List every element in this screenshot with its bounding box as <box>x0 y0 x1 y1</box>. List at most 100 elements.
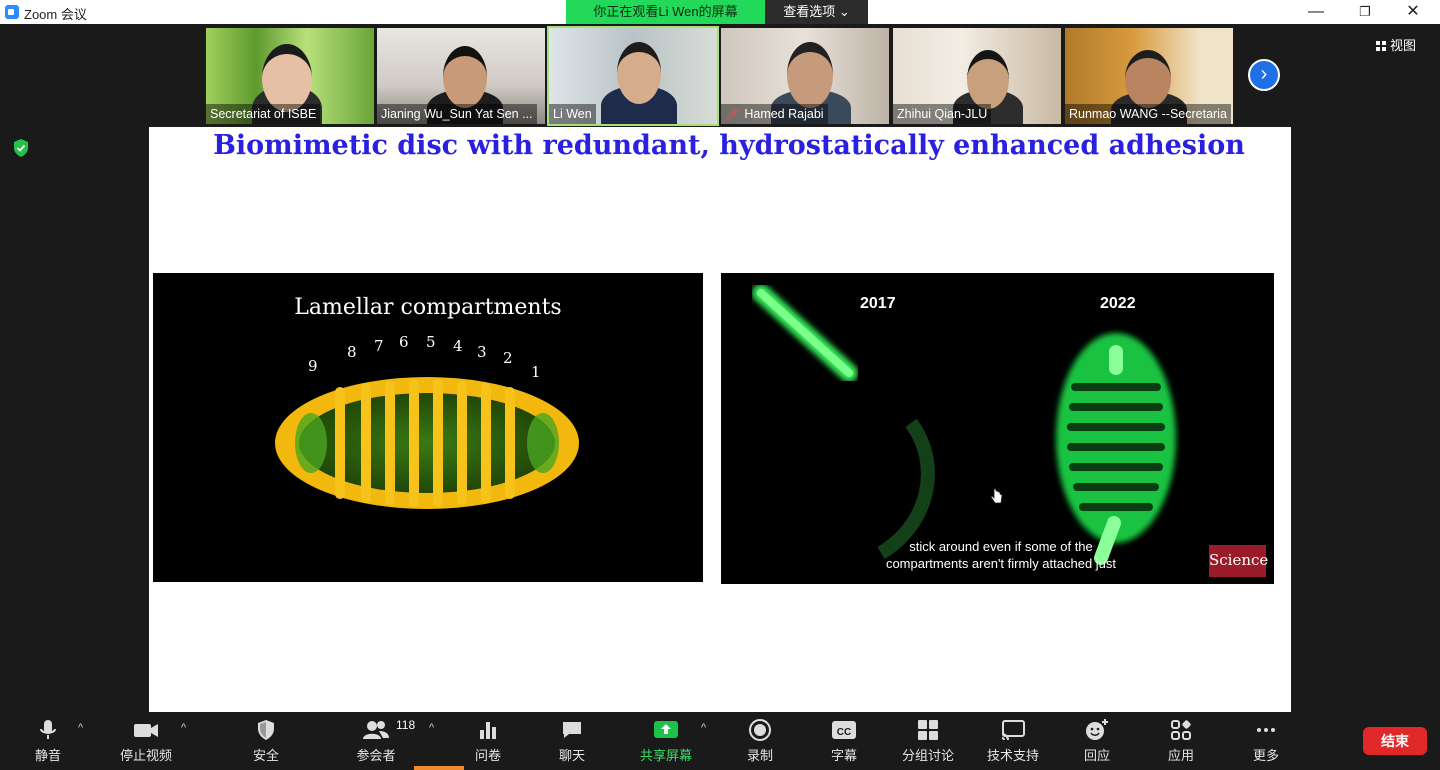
participant-tile[interactable]: Secretariat of ISBE <box>206 28 374 124</box>
chat-button[interactable]: 聊天 <box>532 718 612 766</box>
participant-tile[interactable]: Jianing Wu_Sun Yat Sen ... <box>377 28 545 124</box>
apps-icon <box>1171 720 1191 740</box>
compartment-number: 6 <box>399 333 409 351</box>
hand-cursor-icon <box>991 488 1003 504</box>
compartment-number: 4 <box>453 337 463 355</box>
participant-name: Secretariat of ISBE <box>206 104 321 124</box>
participants-label: 参会者 <box>356 748 396 763</box>
record-icon <box>749 719 771 741</box>
participant-face <box>1125 50 1171 108</box>
svg-text:CC: CC <box>837 727 851 738</box>
polls-label: 问卷 <box>474 748 501 763</box>
compartment-number: 5 <box>426 333 436 351</box>
slide-title: Biomimetic disc with redundant, hydrosta… <box>213 130 1245 161</box>
chat-bubble-icon <box>563 722 581 738</box>
end-meeting-button[interactable]: 结束 <box>1363 727 1427 755</box>
chevron-right-icon: › <box>1260 63 1268 85</box>
participant-name: Li Wen <box>549 104 596 124</box>
panel-heading: Lamellar compartments <box>294 295 562 320</box>
window-title: Zoom 会议 <box>24 7 87 22</box>
chevron-down-icon: ⌄ <box>838 4 850 19</box>
security-shield-icon <box>258 720 274 740</box>
share-options-caret[interactable]: ^ <box>701 722 706 734</box>
participant-face <box>262 44 312 112</box>
participant-name: 🎤︎ Hamed Rajabi <box>721 104 828 124</box>
mute-button[interactable]: 静音 <box>8 718 88 766</box>
caption-line: compartments aren't firmly attached just <box>885 556 1117 571</box>
more-label: 更多 <box>1252 748 1279 763</box>
participant-tile-active-speaker[interactable]: Li Wen <box>547 26 719 126</box>
participant-face <box>617 42 661 104</box>
record-label: 录制 <box>746 748 773 763</box>
mic-muted-icon: 🎤︎ <box>725 107 745 121</box>
breakout-rooms-button[interactable]: 分组讨论 <box>888 718 968 766</box>
participant-count-badge: 118 <box>396 718 416 732</box>
share-screen-button[interactable]: 共享屏幕 <box>626 718 706 766</box>
video-options-caret[interactable]: ^ <box>181 722 186 734</box>
more-button[interactable]: 更多 <box>1226 718 1306 766</box>
active-indicator-bar <box>414 766 464 770</box>
view-label: 视图 <box>1390 38 1417 53</box>
video-caption: stick around even if some of the compart… <box>841 538 1161 572</box>
security-button[interactable]: 安全 <box>226 718 306 766</box>
mute-label: 静音 <box>34 748 61 763</box>
more-dots-icon <box>1257 728 1275 732</box>
captions-label: 字幕 <box>830 748 857 763</box>
science-logo: Science <box>1209 545 1268 577</box>
caption-line: stick around even if some of the <box>909 539 1093 554</box>
minimize-button[interactable]: — <box>1293 0 1339 24</box>
apps-label: 应用 <box>1167 748 1194 763</box>
apps-button[interactable]: 应用 <box>1141 718 1221 766</box>
compartment-number: 7 <box>374 337 384 355</box>
restore-button[interactable]: ❐ <box>1342 0 1388 24</box>
compartment-number: 2 <box>503 349 513 367</box>
participant-face <box>967 50 1009 109</box>
adhesion-video-panel: 2017 2022 stick around even if some of t… <box>721 273 1274 584</box>
participant-name: Zhihui Qian-JLU <box>893 104 992 124</box>
participant-face <box>787 42 833 108</box>
breakout-rooms-label: 分组讨论 <box>901 748 954 763</box>
stop-video-button[interactable]: 停止视频 <box>106 718 186 766</box>
view-options-button[interactable]: 查看选项 ⌄ <box>765 0 868 24</box>
lamellar-image-panel: Lamellar compartments 9 8 7 6 5 4 3 2 1 <box>153 273 703 582</box>
polls-button[interactable]: 问卷 <box>448 718 528 766</box>
participant-face <box>443 46 487 108</box>
encryption-shield-icon[interactable] <box>12 138 30 158</box>
captions-button[interactable]: CC 字幕 <box>804 718 884 766</box>
participants-icon <box>363 721 389 739</box>
tech-support-button[interactable]: 技术支持 <box>973 718 1053 766</box>
screen-share-banner: 你正在观看Li Wen的屏幕 查看选项 ⌄ <box>566 0 868 24</box>
security-label: 安全 <box>252 748 279 763</box>
breakout-rooms-icon <box>918 720 938 740</box>
chat-label: 聊天 <box>558 748 585 763</box>
reactions-button[interactable]: 回应 <box>1057 718 1137 766</box>
share-screen-icon <box>654 721 678 738</box>
participant-tile[interactable]: 🎤︎ Hamed Rajabi <box>721 28 889 124</box>
compartment-number: 8 <box>347 343 357 361</box>
reactions-label: 回应 <box>1083 748 1110 763</box>
audio-options-caret[interactable]: ^ <box>78 722 83 734</box>
stop-video-label: 停止视频 <box>119 748 172 763</box>
bar-chart-icon <box>480 722 496 739</box>
participant-tile[interactable]: Runmao WANG --Secretaria <box>1065 28 1233 124</box>
gallery-next-page-button[interactable]: › <box>1248 59 1280 91</box>
shared-screen-slide: Biomimetic disc with redundant, hydrosta… <box>149 127 1291 712</box>
participant-tile[interactable]: Zhihui Qian-JLU <box>893 28 1061 124</box>
viewing-notice: 你正在观看Li Wen的屏幕 <box>566 0 765 24</box>
participants-options-caret[interactable]: ^ <box>429 722 434 734</box>
view-button[interactable]: 视图 <box>1376 36 1434 56</box>
record-button[interactable]: 录制 <box>720 718 800 766</box>
meeting-toolbar: 静音 ^ 停止视频 ^ 安全 参会者 118 ^ 问卷 聊天 共享屏幕 ^ 录制… <box>0 712 1440 770</box>
lamellar-disc-illustration <box>275 377 579 509</box>
closed-captions-icon: CC <box>832 721 856 739</box>
cast-screen-icon <box>1001 720 1025 741</box>
view-options-label: 查看选项 <box>783 4 836 19</box>
microphone-icon <box>40 720 56 739</box>
video-camera-icon <box>134 724 158 737</box>
close-button[interactable]: ✕ <box>1390 0 1436 24</box>
zoom-app-icon <box>5 5 19 19</box>
share-screen-label: 共享屏幕 <box>639 748 692 763</box>
tech-support-label: 技术支持 <box>986 748 1039 763</box>
participant-name: Jianing Wu_Sun Yat Sen ... <box>377 104 537 124</box>
grid-view-icon <box>1376 41 1386 51</box>
